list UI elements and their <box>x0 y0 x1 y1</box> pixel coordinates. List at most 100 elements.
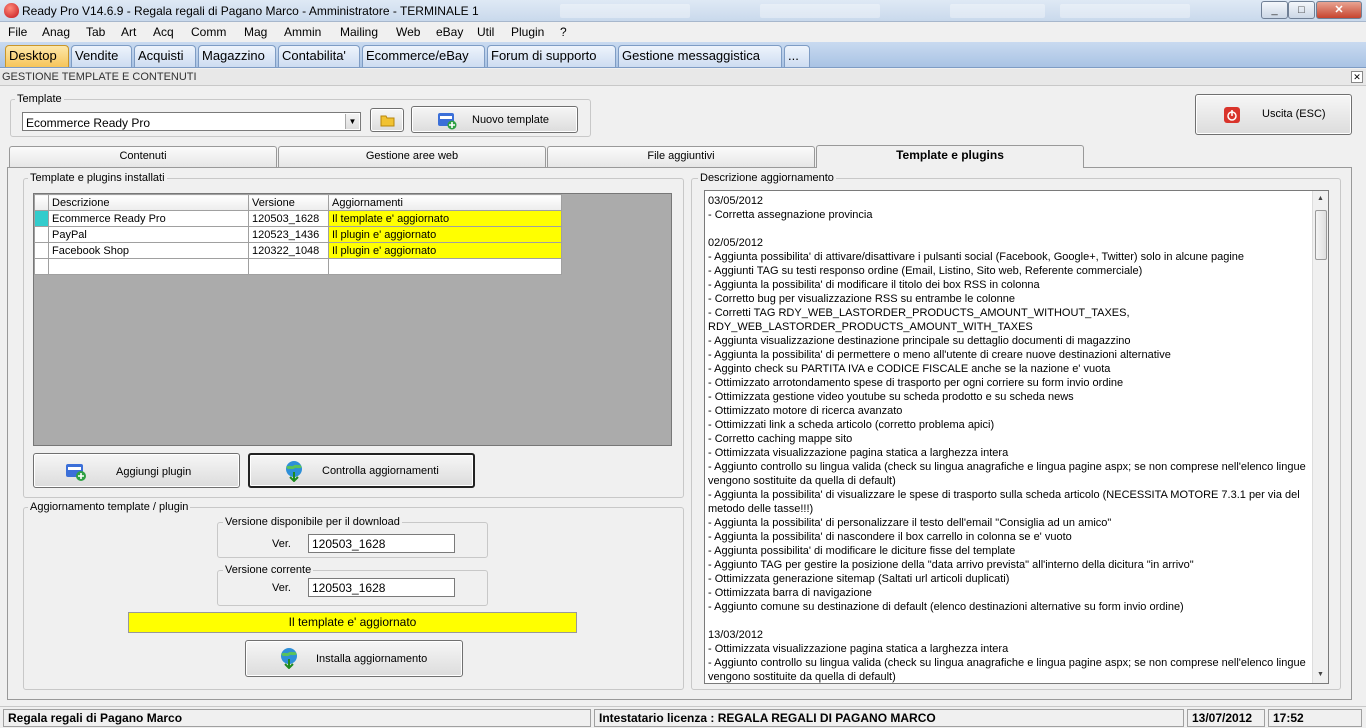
available-version-legend: Versione disponibile per il download <box>223 516 402 528</box>
cell-aggiornamenti[interactable]: Il plugin e' aggiornato <box>328 226 562 243</box>
cell-empty[interactable] <box>48 258 249 275</box>
tab-vendite[interactable]: Vendite <box>71 45 132 67</box>
description-legend: Descrizione aggiornamento <box>698 172 836 184</box>
globe-download-icon <box>281 648 297 669</box>
table-row[interactable]: PayPal 120523_1436 Il plugin e' aggiorna… <box>34 226 562 243</box>
installed-group-legend: Template e plugins installati <box>28 172 167 184</box>
menu-art[interactable]: Art <box>121 25 136 39</box>
menu-anag[interactable]: Anag <box>42 25 70 39</box>
install-update-button[interactable]: Installa aggiornamento <box>245 640 463 677</box>
cell-descrizione[interactable]: Facebook Shop <box>48 242 249 259</box>
tab-forum-supporto[interactable]: Forum di supporto <box>487 45 616 67</box>
menu-file[interactable]: File <box>8 25 27 39</box>
cell-versione[interactable]: 120503_1628 <box>248 210 329 227</box>
add-plugin-icon <box>66 464 86 481</box>
close-section-icon[interactable]: ✕ <box>1351 71 1363 83</box>
row-indicator-header <box>34 194 49 211</box>
cell-versione[interactable]: 120523_1436 <box>248 226 329 243</box>
status-date: 13/07/2012 <box>1187 709 1265 727</box>
cell-descrizione[interactable]: Ecommerce Ready Pro <box>48 210 249 227</box>
update-status-bar: Il template e' aggiornato <box>128 612 577 633</box>
folder-icon <box>380 115 395 127</box>
check-updates-label: Controlla aggiornamenti <box>322 465 439 477</box>
app-logo-icon <box>4 3 19 18</box>
title-bar: Ready Pro V14.6.9 - Regala regali di Pag… <box>0 0 1366 22</box>
column-header[interactable]: Descrizione <box>48 194 249 211</box>
row-indicator <box>34 210 49 227</box>
menu-help[interactable]: ? <box>560 25 567 39</box>
background-taskbar-ghost <box>560 4 690 18</box>
background-taskbar-ghost <box>1060 4 1190 18</box>
tab-contenuti[interactable]: Contenuti <box>9 146 277 167</box>
menu-ammin[interactable]: Ammin <box>284 25 321 39</box>
open-folder-button[interactable] <box>370 108 404 132</box>
menu-mag[interactable]: Mag <box>244 25 267 39</box>
tab-magazzino[interactable]: Magazzino <box>198 45 276 67</box>
close-window-button[interactable]: ✕ <box>1316 1 1362 19</box>
menu-comm[interactable]: Comm <box>191 25 226 39</box>
tab-more[interactable]: ... <box>784 45 810 67</box>
menu-web[interactable]: Web <box>396 25 420 39</box>
update-group-legend: Aggiornamento template / plugin <box>28 501 191 513</box>
column-header[interactable]: Aggiornamenti <box>328 194 562 211</box>
maximize-button[interactable]: □ <box>1288 1 1315 19</box>
table-row[interactable]: Ecommerce Ready Pro 120503_1628 Il templ… <box>34 210 562 227</box>
scroll-down-icon[interactable]: ▼ <box>1313 667 1328 683</box>
cell-versione[interactable]: 120322_1048 <box>248 242 329 259</box>
add-plugin-label: Aggiungi plugin <box>116 466 192 478</box>
menu-mailing[interactable]: Mailing <box>340 25 378 39</box>
tab-desktop[interactable]: Desktop <box>5 45 69 67</box>
menu-acq[interactable]: Acq <box>153 25 174 39</box>
background-taskbar-ghost <box>950 4 1045 18</box>
tab-contabilita[interactable]: Contabilita' <box>278 45 360 67</box>
main-tab-bar: Desktop Vendite Acquisti Magazzino Conta… <box>0 42 1366 68</box>
scroll-up-icon[interactable]: ▲ <box>1313 191 1328 207</box>
menu-ebay[interactable]: eBay <box>436 25 463 39</box>
add-plugin-button[interactable]: Aggiungi plugin <box>33 453 240 488</box>
section-title: GESTIONE TEMPLATE E CONTENUTI <box>2 71 197 83</box>
exit-button[interactable]: Uscita (ESC) <box>1195 94 1352 135</box>
template-select[interactable]: Ecommerce Ready Pro ▼ <box>22 112 361 131</box>
cell-aggiornamenti[interactable]: Il plugin e' aggiornato <box>328 242 562 259</box>
tab-acquisti[interactable]: Acquisti <box>134 45 196 67</box>
section-header: GESTIONE TEMPLATE E CONTENUTI ✕ <box>0 69 1366 86</box>
available-ver-label: Ver. <box>272 538 291 550</box>
current-ver-label: Ver. <box>272 582 291 594</box>
menu-util[interactable]: Util <box>477 25 494 39</box>
new-template-label: Nuovo template <box>472 114 550 126</box>
tab-gestione-messaggistica[interactable]: Gestione messaggistica <box>618 45 782 67</box>
power-icon <box>1224 107 1240 123</box>
new-template-icon <box>438 113 457 130</box>
background-taskbar-ghost <box>760 4 880 18</box>
tab-file-aggiuntivi[interactable]: File aggiuntivi <box>547 146 815 167</box>
status-time: 17:52 <box>1268 709 1362 727</box>
cell-empty[interactable] <box>248 258 329 275</box>
available-version-field[interactable]: 120503_1628 <box>308 534 455 553</box>
update-description-memo[interactable]: 03/05/2012 - Corretta assegnazione provi… <box>704 190 1329 684</box>
scroll-thumb[interactable] <box>1315 210 1327 260</box>
current-version-field[interactable]: 120503_1628 <box>308 578 455 597</box>
chevron-down-icon[interactable]: ▼ <box>345 114 359 129</box>
new-template-button[interactable]: Nuovo template <box>411 106 578 133</box>
tab-ecommerce-ebay[interactable]: Ecommerce/eBay <box>362 45 485 67</box>
exit-label: Uscita (ESC) <box>1262 108 1326 120</box>
plugins-table: Descrizione Versione Aggiornamenti Ecomm… <box>34 194 562 275</box>
column-header[interactable]: Versione <box>248 194 329 211</box>
cell-empty[interactable] <box>328 258 562 275</box>
table-row[interactable]: Facebook Shop 120322_1048 Il plugin e' a… <box>34 242 562 259</box>
update-description-text: 03/05/2012 - Corretta assegnazione provi… <box>708 195 1306 683</box>
check-updates-button[interactable]: Controlla aggiornamenti <box>248 453 475 488</box>
table-header-row: Descrizione Versione Aggiornamenti <box>34 194 562 211</box>
vertical-scrollbar[interactable]: ▲ ▼ <box>1312 191 1328 683</box>
cell-descrizione[interactable]: PayPal <box>48 226 249 243</box>
cell-aggiornamenti[interactable]: Il template e' aggiornato <box>328 210 562 227</box>
current-version-legend: Versione corrente <box>223 564 314 576</box>
tab-template-e-plugins[interactable]: Template e plugins <box>816 145 1084 168</box>
template-select-value: Ecommerce Ready Pro <box>26 116 151 130</box>
minimize-button[interactable]: _ <box>1261 1 1288 19</box>
tab-gestione-aree-web[interactable]: Gestione aree web <box>278 146 546 167</box>
table-row-empty[interactable] <box>34 258 562 275</box>
plugins-grid[interactable]: Descrizione Versione Aggiornamenti Ecomm… <box>33 193 672 446</box>
menu-tab[interactable]: Tab <box>86 25 105 39</box>
menu-plugin[interactable]: Plugin <box>511 25 544 39</box>
